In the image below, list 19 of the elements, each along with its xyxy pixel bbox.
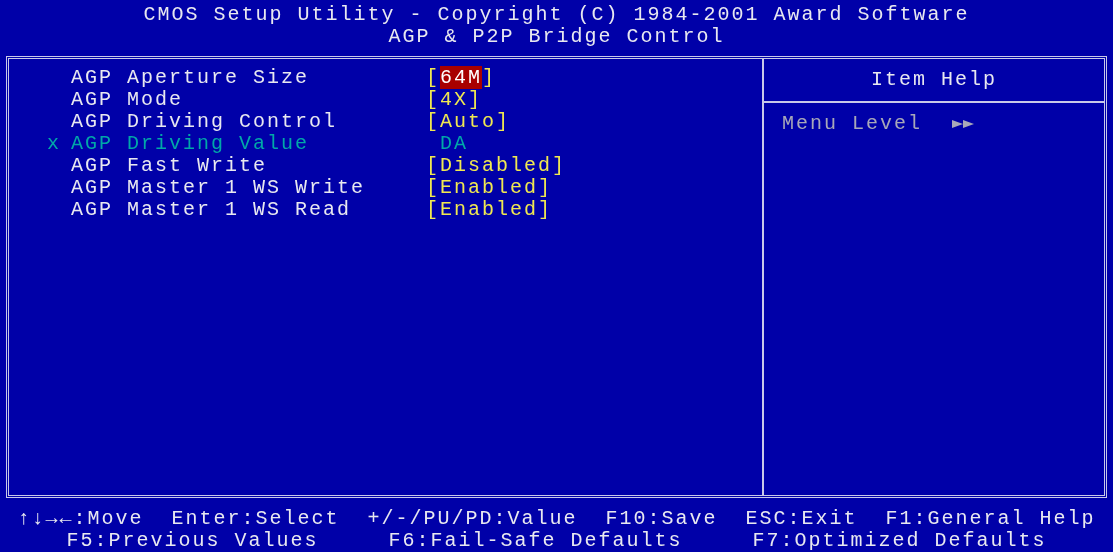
setting-value[interactable]: [4X] xyxy=(426,89,483,111)
help-title: Item Help xyxy=(871,69,997,91)
setting-label[interactable]: AGP Driving Control xyxy=(71,111,426,133)
setting-label[interactable]: AGP Mode xyxy=(71,89,426,111)
setting-value[interactable]: [Enabled] xyxy=(426,199,553,221)
double-arrow-icon xyxy=(952,119,975,129)
header-title: CMOS Setup Utility - Copyright (C) 1984-2001 Award Software xyxy=(143,4,970,26)
key-hints: ↑↓→←:Move Enter:Select +/-/PU/PD:Value F10:Save ESC:Exit F1:General Help xyxy=(17,508,1096,530)
setting-label[interactable]: AGP Master 1 WS Read xyxy=(71,199,426,221)
setting-value[interactable]: [Enabled] xyxy=(426,177,553,199)
setting-label[interactable]: AGP Master 1 WS Write xyxy=(71,177,426,199)
setting-value[interactable]: [Disabled] xyxy=(426,155,567,177)
setting-label[interactable]: AGP Fast Write xyxy=(71,155,426,177)
setting-value[interactable]: [Auto] xyxy=(426,111,511,133)
menu-level-label: Menu Level xyxy=(782,113,923,135)
setting-label[interactable]: AGP Aperture Size xyxy=(71,67,426,89)
key-hints: F5:Previous Values F6:Fail-Safe Defaults F7:Optimized Defaults xyxy=(66,530,1047,552)
header-subtitle: AGP & P2P Bridge Control xyxy=(388,26,725,48)
disabled-marker: x xyxy=(47,133,61,155)
